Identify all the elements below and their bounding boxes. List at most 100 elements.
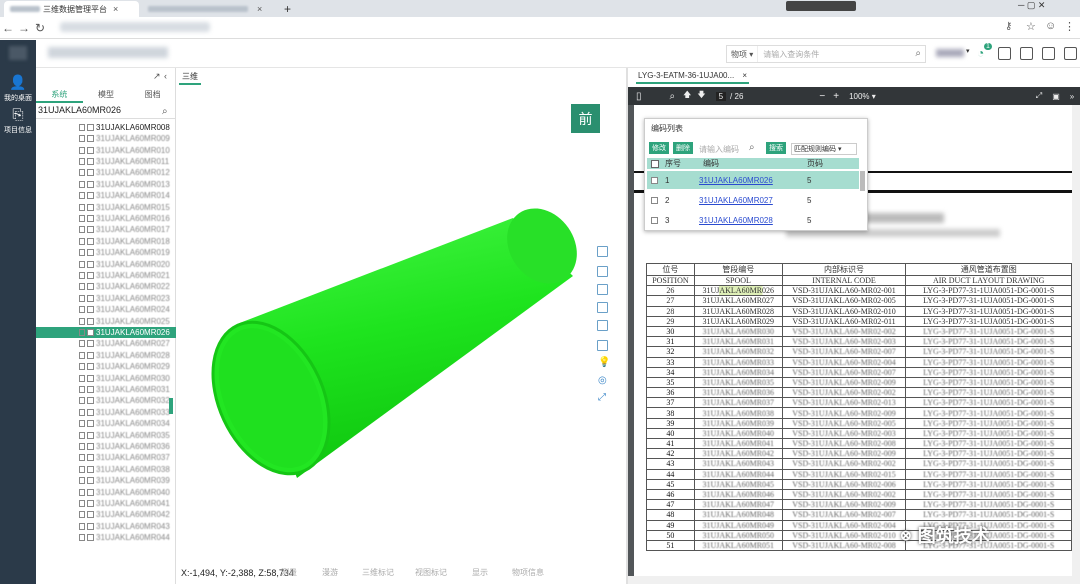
tree-checkbox[interactable]: [87, 340, 94, 348]
collapse-icon[interactable]: ‹: [164, 71, 167, 81]
view-tool-icon[interactable]: [597, 302, 608, 313]
tree-checkbox[interactable]: [87, 135, 94, 143]
profile-icon[interactable]: ☺: [1045, 20, 1056, 32]
tree-checkbox[interactable]: [87, 351, 94, 359]
tree-item[interactable]: 31UJAKLA60MR014: [36, 190, 176, 201]
tree-scrollbar[interactable]: [169, 398, 173, 414]
tree-item[interactable]: 31UJAKLA60MR035: [36, 430, 176, 441]
find-icon[interactable]: ⌕: [670, 91, 676, 102]
window-controls[interactable]: ─ ▢ ✕: [1018, 0, 1045, 11]
tree-checkbox[interactable]: [87, 192, 94, 200]
menu-icon[interactable]: ⋮: [1064, 20, 1075, 33]
tree-checkbox[interactable]: [87, 374, 94, 382]
pdf-vertical-scrollbar[interactable]: [1072, 105, 1080, 584]
tree-item[interactable]: 31UJAKLA60MR025: [36, 316, 176, 327]
page-number-input[interactable]: 5: [715, 91, 727, 101]
tab-document[interactable]: LYG-3-EATM-36-1UJA00... ×: [636, 71, 750, 84]
code-link[interactable]: 31UJAKLA60MR026: [677, 176, 795, 185]
view-tool-icon[interactable]: [597, 266, 608, 277]
popup-row[interactable]: 1 31UJAKLA60MR026 5: [647, 171, 859, 189]
tree-item[interactable]: 31UJAKLA60MR034: [36, 418, 176, 429]
tree-item[interactable]: 31UJAKLA60MR039: [36, 475, 176, 486]
tree-item[interactable]: 31UJAKLA60MR024: [36, 304, 176, 315]
sidebar-item-project[interactable]: ⎘ 项目信息: [0, 106, 36, 135]
tree-search-input[interactable]: 31UJAKLA60MR026: [36, 105, 176, 119]
tree-checkbox[interactable]: [87, 283, 94, 291]
view-tool-icon[interactable]: [597, 284, 608, 295]
search-icon[interactable]: ⌕: [915, 48, 921, 59]
browser-tab-2[interactable]: ×: [142, 1, 272, 17]
roam-tool[interactable]: 漫游: [322, 567, 338, 578]
prev-page-icon[interactable]: 🡅: [683, 89, 691, 103]
match-rule-select[interactable]: 匹配规则编码 ▾: [791, 143, 857, 155]
tree-item[interactable]: 31UJAKLA60MR011: [36, 156, 176, 167]
pipe-model[interactable]: [177, 68, 626, 584]
popup-row[interactable]: 2 31UJAKLA60MR027 5: [647, 191, 859, 209]
3d-viewer[interactable]: 三维 前 💡 ◎ ⤢ X:-1,494, Y:-2,388, Z:58,734 …: [177, 68, 626, 584]
tree-checkbox[interactable]: [87, 271, 94, 279]
download-icon[interactable]: ▣: [1052, 92, 1060, 101]
search-button[interactable]: 搜索: [766, 142, 786, 154]
expand-icon[interactable]: ↗: [153, 71, 161, 82]
tab-close-icon[interactable]: ×: [257, 4, 262, 14]
tree-item[interactable]: 31UJAKLA60MR044: [36, 532, 176, 543]
tree-item[interactable]: 31UJAKLA60MR012: [36, 168, 176, 179]
view-tool-icon[interactable]: [597, 320, 608, 331]
tree-checkbox[interactable]: [87, 534, 94, 542]
tab-model[interactable]: 模型: [83, 89, 130, 103]
tree-item[interactable]: 31UJAKLA60MR013: [36, 179, 176, 190]
tree-item[interactable]: 31UJAKLA60MR033: [36, 407, 176, 418]
tree-checkbox[interactable]: [87, 499, 94, 507]
tree-item[interactable]: 31UJAKLA60MR023: [36, 293, 176, 304]
code-link[interactable]: 31UJAKLA60MR027: [677, 196, 795, 205]
tree-checkbox[interactable]: [87, 431, 94, 439]
tree-item[interactable]: 31UJAKLA60MR015: [36, 202, 176, 213]
tab-system[interactable]: 系统: [36, 89, 83, 103]
close-icon[interactable]: ×: [742, 71, 747, 80]
view-tool-icon[interactable]: [597, 340, 608, 351]
tree-item[interactable]: 31UJAKLA60MR042: [36, 510, 176, 521]
tree-item[interactable]: 31UJAKLA60MR037: [36, 453, 176, 464]
more-tools-icon[interactable]: »: [1070, 92, 1074, 101]
zoom-out-icon[interactable]: −: [819, 91, 825, 102]
url-field[interactable]: [60, 22, 210, 32]
tree-item[interactable]: 31UJAKLA60MR043: [36, 521, 176, 532]
tree-item[interactable]: 31UJAKLA60MR029: [36, 361, 176, 372]
forward-icon[interactable]: →: [16, 21, 32, 35]
tree-item[interactable]: 31UJAKLA60MR018: [36, 236, 176, 247]
key-icon[interactable]: ⚷: [1005, 21, 1012, 32]
sidebar-toggle-icon[interactable]: ▯: [636, 91, 642, 102]
grid-icon[interactable]: [1020, 47, 1033, 60]
code-link[interactable]: 31UJAKLA60MR028: [677, 216, 795, 225]
measure-tool[interactable]: 测量: [281, 567, 297, 578]
layout-icon[interactable]: [1042, 47, 1055, 60]
tree-item[interactable]: 31UJAKLA60MR036: [36, 441, 176, 452]
tree-item[interactable]: 31UJAKLA60MR016: [36, 213, 176, 224]
tree-checkbox[interactable]: [87, 306, 94, 314]
tree-item[interactable]: 31UJAKLA60MR019: [36, 247, 176, 258]
tab-close-icon[interactable]: ×: [113, 4, 118, 14]
tree-checkbox[interactable]: [87, 328, 94, 336]
tree-checkbox[interactable]: [87, 237, 94, 245]
row-checkbox[interactable]: [651, 196, 658, 204]
tree-item[interactable]: 31UJAKLA60MR041: [36, 498, 176, 509]
pdf-horizontal-scrollbar[interactable]: [628, 576, 1072, 584]
tree-checkbox[interactable]: [87, 511, 94, 519]
presentation-icon[interactable]: ⤢: [1036, 91, 1042, 101]
select-all-checkbox[interactable]: [651, 159, 659, 168]
reload-icon[interactable]: ↻: [32, 21, 48, 35]
tree-item[interactable]: 31UJAKLA60MR022: [36, 282, 176, 293]
global-search[interactable]: 物项 ▾ 请输入查询条件 ⌕: [726, 45, 926, 63]
search-input[interactable]: 请输入查询条件: [758, 49, 819, 60]
tree-checkbox[interactable]: [87, 397, 94, 405]
3d-mark-tool[interactable]: 三维标记: [362, 567, 394, 578]
tree-checkbox[interactable]: [87, 260, 94, 268]
tree-checkbox[interactable]: [87, 522, 94, 530]
home-icon[interactable]: [998, 47, 1011, 60]
tree-item[interactable]: 31UJAKLA60MR026: [36, 327, 176, 338]
tree-checkbox[interactable]: [87, 454, 94, 462]
code-search-input[interactable]: 请输入编码: [699, 144, 739, 155]
edit-button[interactable]: 修改: [649, 142, 669, 154]
star-icon[interactable]: ☆: [1026, 20, 1036, 33]
tree-item[interactable]: 31UJAKLA60MR031: [36, 384, 176, 395]
